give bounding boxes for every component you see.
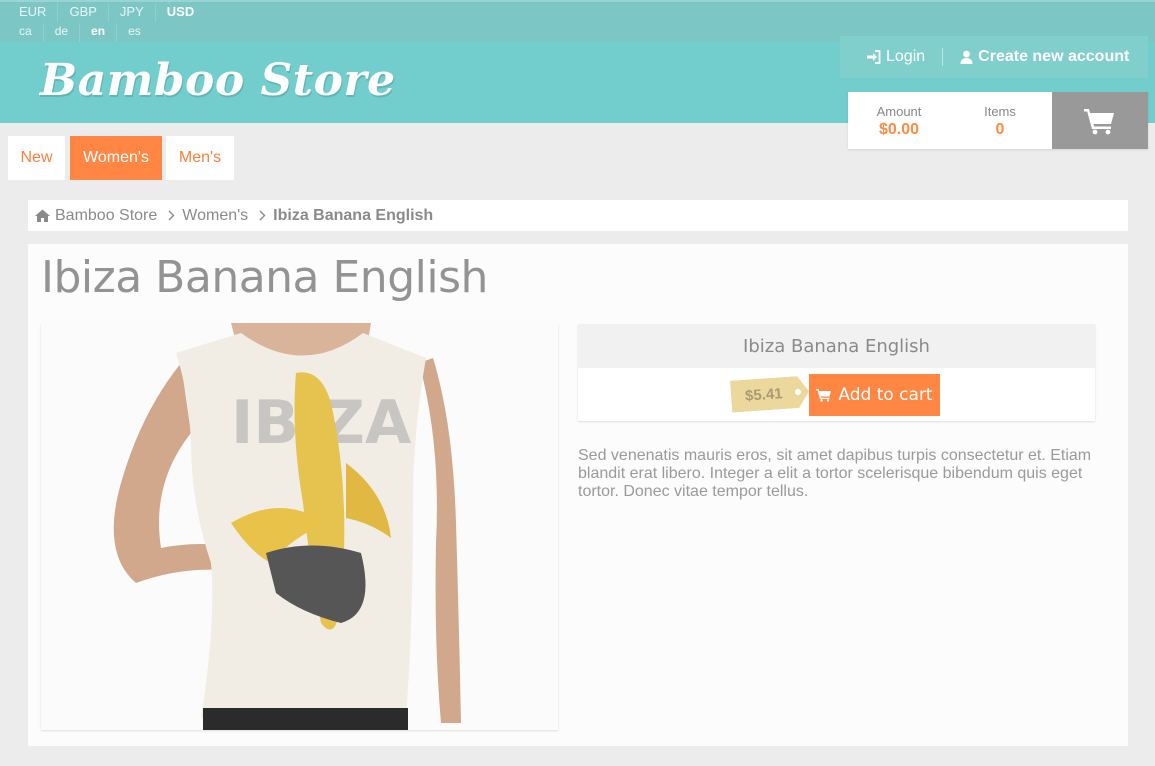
add-to-cart-button[interactable]: Add to cart bbox=[809, 374, 940, 416]
breadcrumb-home[interactable]: Bamboo Store bbox=[35, 207, 157, 225]
product-box-body: $5.41 Add to cart bbox=[578, 368, 1095, 421]
home-icon bbox=[35, 209, 50, 222]
create-account-label: Create new account bbox=[978, 48, 1130, 65]
breadcrumb-home-label: Bamboo Store bbox=[55, 206, 158, 224]
page-title: Ibiza Banana English bbox=[41, 252, 488, 303]
price-tag-hole bbox=[795, 389, 801, 395]
store-logo[interactable]: Bamboo Store bbox=[40, 55, 396, 106]
currency-jpy[interactable]: JPY bbox=[107, 3, 155, 22]
cart-amount-value: $0.00 bbox=[878, 121, 920, 138]
product-photo-illustration: IBIZA bbox=[41, 323, 558, 730]
product-panel: Ibiza Banana English IBIZA Ibiza Ban bbox=[28, 244, 1128, 746]
language-ca[interactable]: ca bbox=[0, 23, 43, 42]
cart-items-value: 0 bbox=[995, 121, 1005, 138]
user-icon bbox=[960, 50, 973, 64]
product-description: Sed venenatis mauris eros, sit amet dapi… bbox=[578, 447, 1092, 500]
currency-switcher: EUR GBP JPY USD bbox=[0, 3, 205, 22]
language-en[interactable]: en bbox=[79, 23, 116, 42]
cart-button[interactable] bbox=[1052, 92, 1148, 149]
language-es[interactable]: es bbox=[116, 23, 152, 42]
currency-gbp[interactable]: GBP bbox=[57, 3, 107, 22]
breadcrumb: Bamboo Store Women's Ibiza Banana Englis… bbox=[28, 200, 1128, 231]
product-box-title: Ibiza Banana English bbox=[578, 324, 1095, 368]
nav-new[interactable]: New bbox=[8, 136, 65, 180]
language-switcher: ca de en es bbox=[0, 23, 152, 42]
cart-items-label: Items bbox=[984, 104, 1016, 119]
product-purchase-box: Ibiza Banana English $5.41 Add to cart bbox=[578, 324, 1095, 421]
chevron-right-icon bbox=[168, 210, 175, 221]
chevron-right-icon bbox=[259, 210, 266, 221]
login-label: Login bbox=[886, 48, 926, 65]
shopping-cart-icon bbox=[816, 389, 832, 402]
cart-items: Items 0 bbox=[950, 104, 1050, 139]
shopping-cart-icon bbox=[1084, 108, 1114, 134]
cart-amount-label: Amount bbox=[876, 104, 922, 119]
price-tag: $5.41 bbox=[730, 375, 810, 412]
create-account-link[interactable]: Create new account bbox=[960, 48, 1129, 66]
top-bar-edge bbox=[0, 0, 1155, 2]
language-de[interactable]: de bbox=[42, 23, 79, 42]
nav-womens[interactable]: Women's bbox=[70, 136, 162, 180]
cart-amount: Amount $0.00 bbox=[848, 104, 950, 139]
login-link[interactable]: Login bbox=[866, 48, 925, 66]
add-to-cart-label: Add to cart bbox=[838, 385, 933, 405]
cart-summary: Amount $0.00 Items 0 bbox=[848, 92, 1148, 149]
account-bar: Login Create new account bbox=[840, 36, 1148, 78]
price-value: $5.41 bbox=[744, 384, 784, 405]
breadcrumb-current: Ibiza Banana English bbox=[273, 206, 434, 224]
currency-eur[interactable]: EUR bbox=[0, 3, 57, 22]
sign-in-icon bbox=[867, 50, 881, 64]
product-image[interactable]: IBIZA bbox=[41, 323, 558, 730]
nav-mens[interactable]: Men's bbox=[166, 136, 234, 180]
currency-usd[interactable]: USD bbox=[154, 3, 205, 22]
account-divider bbox=[942, 48, 944, 66]
breadcrumb-category[interactable]: Women's bbox=[182, 207, 248, 225]
